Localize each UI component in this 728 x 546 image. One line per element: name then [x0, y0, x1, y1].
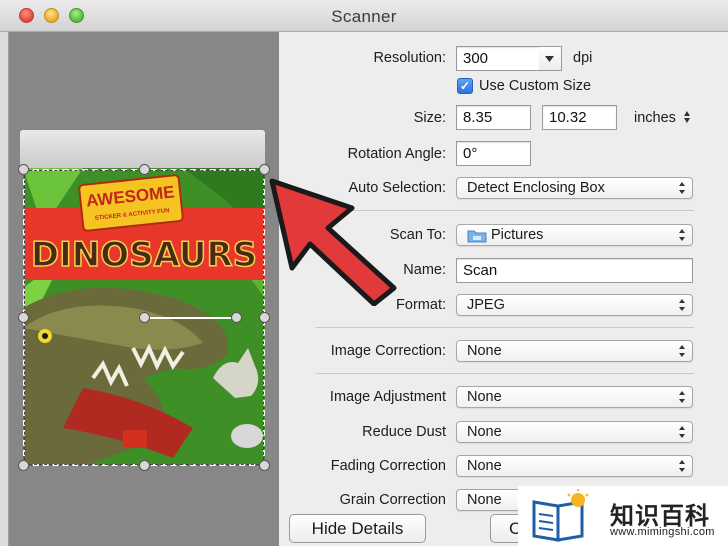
resize-handle-top-left[interactable] [18, 164, 29, 175]
resize-handle-bottom[interactable] [139, 460, 150, 471]
updown-arrows-icon [679, 426, 685, 438]
size-width-field[interactable]: 8.35 [456, 105, 531, 130]
grain-correction-label: Grain Correction [339, 492, 446, 508]
book-lightbulb-icon [532, 489, 589, 542]
updown-arrows-icon [679, 229, 685, 241]
annotation-arrow-icon [269, 178, 397, 306]
rotation-handle-line [144, 317, 236, 319]
scan-to-value: Pictures [491, 227, 544, 243]
fading-correction-value: None [467, 458, 502, 474]
updown-arrows-icon [679, 299, 685, 311]
rotation-angle-label: Rotation Angle: [347, 146, 446, 162]
resize-handle-right[interactable] [259, 312, 270, 323]
resize-handle-left[interactable] [18, 312, 29, 323]
resolution-field[interactable]: 300 [456, 46, 540, 71]
image-correction-value: None [467, 343, 502, 359]
fading-correction-label: Fading Correction [330, 458, 446, 474]
updown-arrows-icon [679, 345, 685, 357]
resize-handle-top[interactable] [139, 164, 150, 175]
reduce-dust-label: Reduce Dust [362, 424, 446, 440]
updown-arrows-icon [679, 460, 685, 472]
rotation-handle-end[interactable] [231, 312, 242, 323]
auto-selection-popup[interactable]: Detect Enclosing Box [456, 177, 693, 199]
chevron-down-icon [545, 56, 554, 62]
resize-handle-top-right[interactable] [259, 164, 270, 175]
name-field[interactable]: Scan [456, 258, 693, 283]
image-adjustment-label: Image Adjustment [329, 389, 446, 405]
grain-correction-value: None [467, 492, 502, 508]
size-unit-selector[interactable]: inches [634, 110, 691, 126]
resolution-dropdown-button[interactable] [539, 46, 562, 71]
format-value: JPEG [467, 297, 505, 313]
size-unit-label: inches [634, 110, 676, 126]
left-sidebar-edge [0, 32, 9, 546]
rotation-angle-field[interactable]: 0° [456, 141, 531, 166]
image-correction-popup[interactable]: None [456, 340, 693, 362]
auto-selection-value: Detect Enclosing Box [467, 180, 605, 196]
title-bar: Scanner [0, 0, 728, 32]
checkmark-icon: ✓ [459, 79, 471, 93]
format-label: Format: [396, 297, 446, 313]
image-correction-label: Image Correction: [330, 343, 446, 359]
updown-arrows-icon [679, 182, 685, 194]
watermark-url: www.mimingshi.com [610, 526, 715, 538]
resize-handle-bottom-right[interactable] [259, 460, 270, 471]
scan-to-popup[interactable]: Pictures [456, 224, 693, 246]
size-label: Size: [413, 110, 446, 126]
fading-correction-popup[interactable]: None [456, 455, 693, 477]
size-height-field[interactable]: 10.32 [542, 105, 617, 130]
image-adjustment-popup[interactable]: None [456, 386, 693, 408]
separator [316, 373, 694, 374]
folder-icon [467, 230, 487, 243]
hide-details-button[interactable]: Hide Details [289, 514, 426, 543]
reduce-dust-popup[interactable]: None [456, 421, 693, 443]
updown-arrows-icon [679, 391, 685, 403]
cover-title-text: DINOSAURS [31, 235, 257, 275]
separator [316, 327, 694, 328]
use-custom-size-checkbox[interactable]: ✓ [457, 78, 473, 94]
use-custom-size-label: Use Custom Size [479, 78, 592, 94]
name-label: Name: [403, 262, 446, 278]
updown-arrows-icon [683, 111, 690, 123]
image-adjustment-value: None [467, 389, 502, 405]
resolution-unit: dpi [573, 50, 593, 66]
watermark: 知识百科 www.mimingshi.com [518, 486, 728, 546]
reduce-dust-value: None [467, 424, 502, 440]
window-title: Scanner [331, 7, 397, 26]
format-popup[interactable]: JPEG [456, 294, 693, 316]
rotation-handle-center[interactable] [139, 312, 150, 323]
resolution-label: Resolution: [373, 50, 446, 66]
resize-handle-bottom-left[interactable] [18, 460, 29, 471]
